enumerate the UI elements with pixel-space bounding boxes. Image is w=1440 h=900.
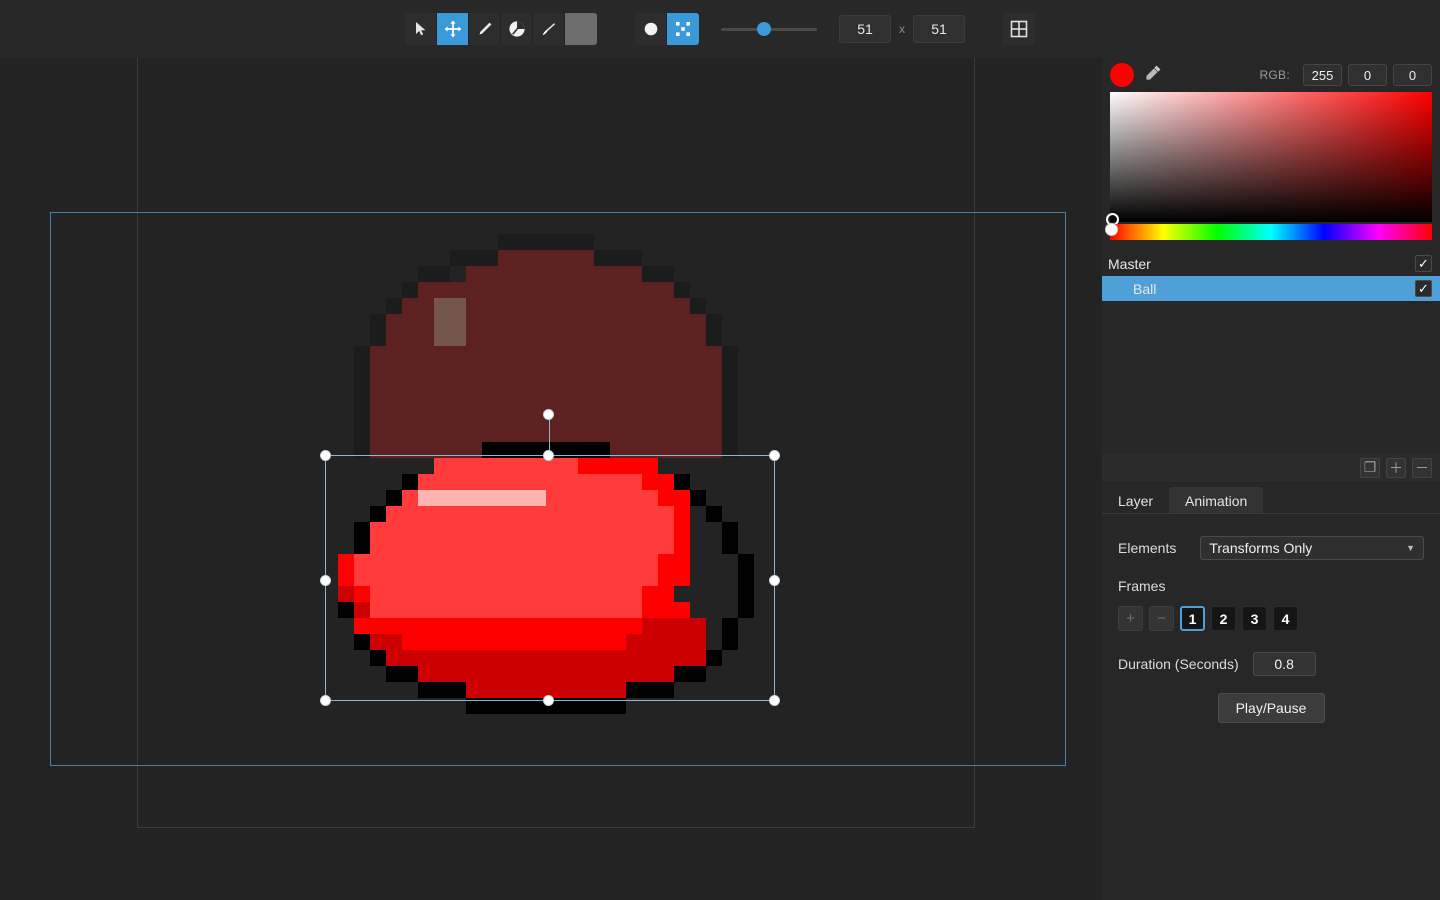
fill-tool[interactable] [501,13,533,45]
add-layer-button[interactable]: ＋ [1386,458,1406,478]
tab-layer[interactable]: Layer [1102,487,1169,514]
frames-label: Frames [1102,560,1440,594]
brush-tool[interactable] [533,13,565,45]
scatter-dots-icon [674,20,692,38]
rgb-label: RGB: [1259,68,1297,82]
circle-icon [643,21,659,37]
play-pause-button[interactable]: Play/Pause [1218,693,1325,723]
layer-list: Master ✓ Ball ✓ [1102,251,1440,301]
frame-button-4[interactable]: 4 [1273,606,1298,631]
layer-toolbar: ❐ ＋ － [1102,453,1440,483]
canvas-height-input[interactable]: 51 [913,15,965,43]
grid-group [1003,13,1035,45]
chevron-down-icon: ▼ [1406,543,1415,553]
canvas-width-input[interactable]: 51 [839,15,891,43]
animation-panel: Elements Transforms Only ▼ Frames + − 1 … [1102,514,1440,723]
hue-slider[interactable] [1110,224,1432,240]
canvas-area[interactable] [0,58,1102,900]
remove-layer-button[interactable]: － [1412,458,1432,478]
tool-group [405,13,597,45]
top-toolbar: 51 x 51 [0,0,1440,58]
color-header: RGB: 255 0 0 [1102,58,1440,92]
duplicate-layer-button[interactable]: ❐ [1360,458,1380,478]
scatter-brush-shape[interactable] [667,13,699,45]
frame-button-3[interactable]: 3 [1242,606,1267,631]
sprite-artwork[interactable] [306,218,796,778]
brush-shape-group [635,13,699,45]
grid-toggle[interactable] [1003,13,1035,45]
paintbrush-icon [540,21,557,38]
duration-input[interactable]: 0.8 [1253,652,1316,676]
remove-frame-button[interactable]: − [1149,606,1174,631]
layer-visibility-checkbox[interactable]: ✓ [1415,255,1432,272]
frame-button-2[interactable]: 2 [1211,606,1236,631]
circle-brush-shape[interactable] [635,13,667,45]
move-tool[interactable] [437,13,469,45]
right-panel: RGB: 255 0 0 Master ✓ Ball ✓ ❐ ＋ [1102,58,1440,900]
saturation-value-picker[interactable] [1110,92,1432,222]
brush-size-slider[interactable] [721,13,817,45]
layer-row-ball[interactable]: Ball ✓ [1102,276,1440,301]
pencil-tool[interactable] [469,13,501,45]
layer-label: Master [1108,256,1151,272]
layer-row-master[interactable]: Master ✓ [1102,251,1440,276]
eyedropper-icon[interactable] [1144,64,1162,87]
cursor-arrow-icon [413,21,429,37]
ball-sprite [338,442,754,714]
layer-label: Ball [1108,281,1156,297]
add-frame-button[interactable]: + [1118,606,1143,631]
current-color-swatch[interactable] [1110,63,1134,87]
rgb-b-input[interactable]: 0 [1393,64,1432,86]
elements-select-value: Transforms Only [1209,540,1312,556]
select-tool[interactable] [405,13,437,45]
tab-animation[interactable]: Animation [1169,487,1263,514]
move-arrows-icon [444,20,462,38]
rgb-g-input[interactable]: 0 [1348,64,1387,86]
size-separator: x [891,22,913,36]
pencil-icon [476,21,493,38]
onion-skin-ghost [354,234,738,458]
elements-select[interactable]: Transforms Only ▼ [1200,536,1424,560]
duration-row: Duration (Seconds) 0.8 [1102,631,1440,676]
grid-icon [1010,20,1028,38]
elements-label: Elements [1118,540,1176,556]
frames-row: + − 1 2 3 4 [1102,594,1440,631]
paint-bucket-icon [508,20,526,38]
slider-knob[interactable] [757,22,771,36]
color-swatch-tool[interactable] [565,13,597,45]
panel-tabs: Layer Animation [1102,484,1440,514]
hue-cursor[interactable] [1105,223,1118,236]
layer-visibility-checkbox[interactable]: ✓ [1415,280,1432,297]
frame-button-1[interactable]: 1 [1180,606,1205,631]
rgb-r-input[interactable]: 255 [1303,64,1342,86]
duration-label: Duration (Seconds) [1118,656,1239,672]
